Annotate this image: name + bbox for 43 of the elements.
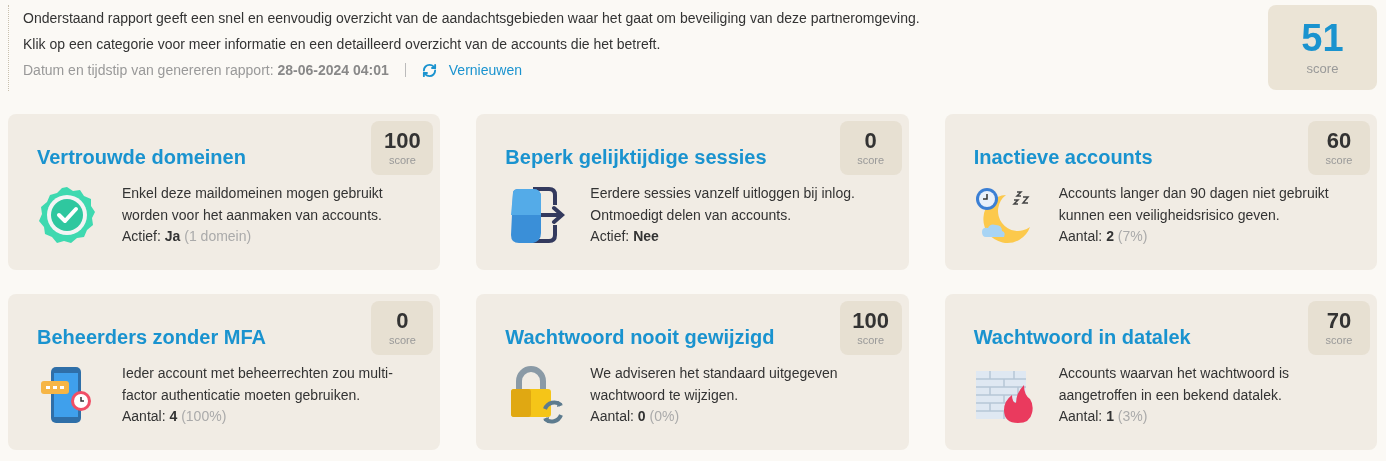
score-value: 100 [852, 309, 889, 333]
card-title: Beheerders zonder MFA [36, 325, 266, 350]
card-stat: Actief: Nee [590, 227, 660, 246]
card-description: Accounts waarvan het wachtwoord is aangetroffen in een bekend datalek. [1058, 364, 1290, 405]
score-label: score [857, 333, 885, 347]
card-description: Eerdere sessies vanzelf uitloggen bij inlog. Ontmoedigt delen van accounts. [590, 184, 856, 225]
score-value: 60 [1326, 129, 1352, 153]
category-card[interactable]: Beperk gelijktijdige sessies 0 score Eerdere sessies vanzelf uitloggen bij inlog. Ontmoedigt delen van accounts. Actief: Nee [476, 114, 909, 270]
card-description: Accounts langer dan 90 dagen niet gebruikt kunnen een veiligheidsrisico geven. [1058, 184, 1330, 225]
total-score-label: score [1306, 59, 1339, 78]
card-description: Enkel deze maildomeinen mogen gebruikt worden voor het aanmaken van accounts. [122, 184, 384, 225]
card-stat: Aantal: 4 (100%) [122, 407, 228, 426]
score-label: score [388, 153, 416, 167]
score-label: score [1325, 153, 1353, 167]
check-badge-icon [37, 185, 97, 246]
category-card[interactable]: Wachtwoord nooit gewijzigd 100 score We adviseren het standaard uitgegeven wachtwoord te wijzigen. Aantal: 0 (0%) [476, 294, 909, 450]
card-description: Ieder account met beheerrechten zou multi-factor authenticatie moeten gebruiken. [122, 364, 394, 405]
score-value: 100 [383, 129, 421, 153]
card-title: Wachtwoord nooit gewijzigd [504, 325, 775, 350]
score-value: 0 [396, 309, 409, 333]
card-title: Wachtwoord in datalek [972, 325, 1191, 350]
card-title: Vertrouwde domeinen [36, 145, 246, 170]
card-stat: Aantal: 1 (3%) [1058, 407, 1149, 426]
score-label: score [388, 333, 416, 347]
score-label: score [1325, 333, 1353, 347]
score-value: 70 [1326, 309, 1352, 333]
intro-text: Onderstaand rapport geeft een snel en eenvoudig overzicht van de aandachtsgebieden waar het gaat om beveiliging van deze partneromgeving. [23, 9, 920, 28]
card-title: Beperk gelijktijdige sessies [504, 145, 767, 170]
card-title: Inactieve accounts [972, 145, 1153, 170]
total-score: 51 [1301, 16, 1344, 59]
card-stat: Aantal: 2 (7%) [1058, 227, 1149, 246]
score-value: 0 [864, 129, 877, 153]
score-label: score [857, 153, 885, 167]
category-card[interactable]: Inactieve accounts 60 score Accounts langer dan 90 dagen niet gebruikt kunnen een veiligheidsrisico geven. Aantal: 2 (7%) [944, 114, 1377, 270]
card-stat: Aantal: 0 (0%) [590, 407, 681, 426]
card-description: We adviseren het standaard uitgegeven wachtwoord te wijzigen. [590, 364, 839, 405]
refresh-icon[interactable] [421, 62, 437, 78]
category-card[interactable]: Vertrouwde domeinen 100 score Enkel deze maildomeinen mogen gebruikt worden voor het aanmaken van accounts. Actief: Ja (1 domein) [8, 114, 441, 270]
category-card[interactable]: Beheerders zonder MFA 0 score Ieder account met beheerrechten zou multi-factor authenticatie moeten gebruiken. Aantal: 4 (100%) [8, 294, 441, 450]
generated-date: Datum en tijdstip van genereren rapport: 28-06-2024 04:01 [23, 61, 389, 80]
intro-text: Klik op een categorie voor meer informatie en een detailleerd overzicht van de accounts die het betreft. [23, 35, 662, 54]
card-stat: Actief: Ja (1 domein) [122, 227, 253, 246]
category-card[interactable]: Wachtwoord in datalek 70 score Accounts waarvan het wachtwoord is aangetroffen in een bekend datalek. Aantal: 1 (3%) [944, 294, 1377, 450]
